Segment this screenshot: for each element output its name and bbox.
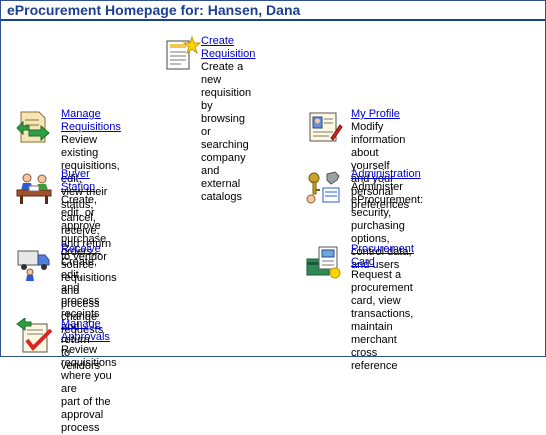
buyer-station-link[interactable]: Buyer Station (61, 168, 117, 194)
manage-approvals-icon[interactable] (15, 318, 53, 356)
create-requisition-desc: Create a new requisition by browsing or … (201, 61, 252, 203)
manage-requisitions-link[interactable]: Manage Requisitions (61, 108, 121, 134)
procurement-card-desc: Request a procurement card, view transac… (351, 269, 414, 372)
page-title: eProcurement Homepage for: Hansen, Dana (1, 1, 545, 21)
administration-icon[interactable] (305, 168, 343, 206)
procurement-card-link[interactable]: Procurement Card (351, 243, 414, 269)
buyer-station-icon[interactable] (15, 168, 53, 206)
procurement-card-icon[interactable] (305, 243, 343, 281)
manage-approvals-desc: Review requisitions where you are part o… (61, 344, 117, 434)
my-profile-link[interactable]: My Profile (351, 108, 409, 121)
receive-link[interactable]: Receive (61, 243, 101, 256)
administration-link[interactable]: Administration (351, 168, 423, 181)
profile-icon[interactable] (305, 108, 343, 146)
create-requisition-icon[interactable] (163, 35, 201, 73)
manage-approvals-link[interactable]: Manage Approvals (61, 318, 117, 344)
manage-requisitions-icon[interactable] (15, 108, 53, 146)
receive-truck-icon[interactable] (15, 243, 53, 281)
create-requisition-link[interactable]: Create Requisition (201, 35, 255, 61)
eprocurement-homepage: eProcurement Homepage for: Hansen, Dana … (0, 0, 546, 434)
